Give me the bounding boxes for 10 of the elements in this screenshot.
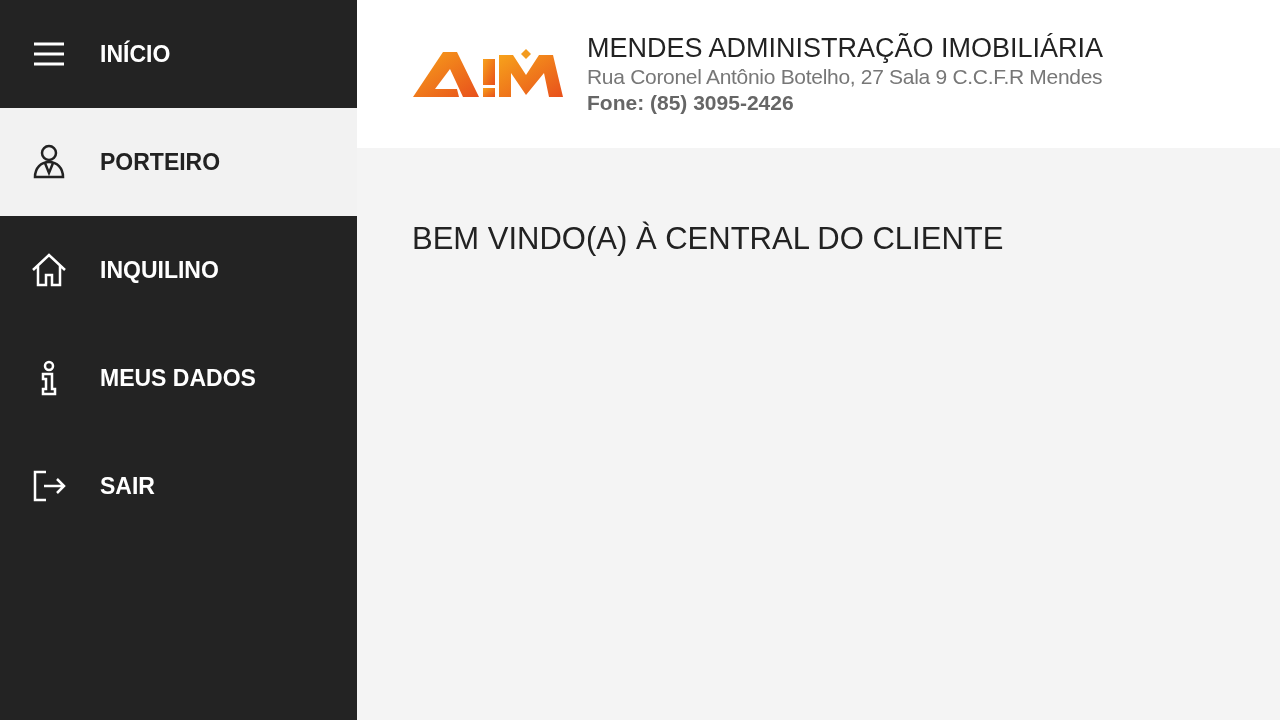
company-name: MENDES ADMINISTRAÇÃO IMOBILIÁRIA [587, 33, 1104, 65]
phone-text: Fone: (85) 3095-2426 [587, 89, 795, 115]
sidebar-item[interactable]: PORTEIRO [0, 108, 357, 216]
home-icon [30, 251, 68, 289]
address-text: Rua Coronel Antônio Botelho, 27 Sala 9 C.C.F.R Mendes [587, 64, 1104, 90]
sidebar-item[interactable]: MEUS DADOS [0, 324, 357, 432]
welcome-heading: BEM VINDO(A) À CENTRAL DO CLIENTE [411, 220, 1005, 258]
sidebar-item[interactable]: SAIR [0, 432, 357, 540]
sidebar-item[interactable]: INÍCIO [0, 0, 357, 108]
sidebar-item[interactable]: INQUILINO [0, 216, 357, 324]
